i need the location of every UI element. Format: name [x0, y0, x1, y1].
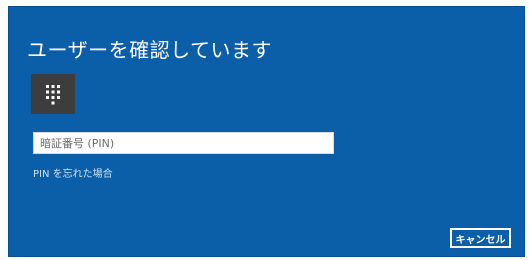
windows-security-dialog: ユーザーを確認しています PIN を忘れた場合 キャンセル [8, 6, 525, 257]
pin-input[interactable] [33, 132, 334, 154]
cancel-button[interactable]: キャンセル [450, 228, 511, 248]
keypad-icon [46, 85, 60, 105]
forgot-pin-link[interactable]: PIN を忘れた場合 [33, 165, 113, 180]
dialog-title: ユーザーを確認しています [27, 38, 272, 62]
pin-credential-tile[interactable] [31, 74, 75, 114]
